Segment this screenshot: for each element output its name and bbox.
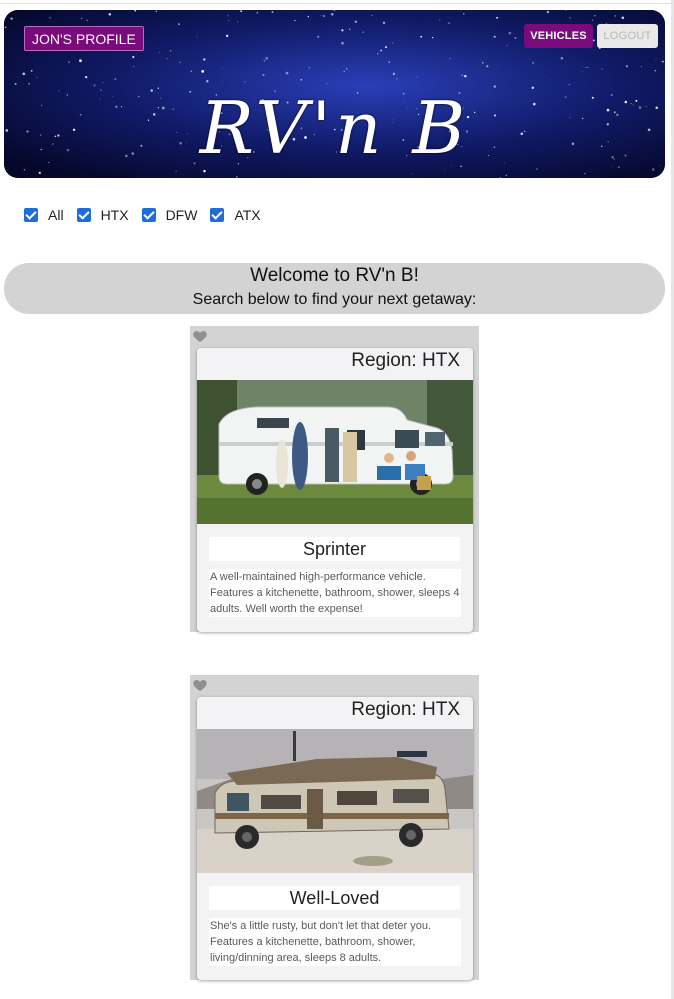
listing-card-inner[interactable]: Region: HTX bbox=[197, 348, 473, 632]
listing-region: Region: HTX bbox=[351, 699, 460, 720]
checkbox-htx[interactable] bbox=[76, 208, 91, 222]
filter-atx[interactable]: ATX bbox=[210, 207, 261, 223]
filter-htx[interactable]: HTX bbox=[76, 207, 129, 223]
listing-description: She's a little rusty, but don't let that… bbox=[209, 918, 461, 966]
site-logo: RV'n B bbox=[199, 86, 470, 170]
vehicles-button[interactable]: VEHICLES bbox=[524, 24, 593, 48]
region-filters: All HTX DFW ATX bbox=[24, 205, 274, 225]
filter-all[interactable]: All bbox=[24, 207, 64, 223]
listing-description: A well-maintained high-performance vehic… bbox=[209, 569, 461, 617]
profile-button[interactable]: JON'S PROFILE bbox=[24, 26, 144, 51]
filter-label: ATX bbox=[234, 207, 261, 223]
filter-label: All bbox=[48, 207, 64, 223]
listing-region: Region: HTX bbox=[351, 350, 460, 371]
rv-photo-well-loved[interactable] bbox=[197, 729, 473, 873]
top-border bbox=[0, 3, 674, 4]
header-banner: JON'S PROFILE VEHICLES LOGOUT RV'n B bbox=[4, 10, 665, 178]
logout-button[interactable]: LOGOUT bbox=[597, 24, 658, 48]
filter-label: DFW bbox=[165, 207, 198, 223]
heart-icon[interactable] bbox=[192, 328, 208, 344]
listing-card: Region: HTX bbox=[190, 326, 479, 632]
welcome-banner: Welcome to RV'n B! Search below to find … bbox=[4, 263, 665, 314]
rv-photo-sprinter[interactable] bbox=[197, 380, 473, 524]
listing-card: Region: HTX bbox=[190, 675, 479, 980]
checkbox-atx[interactable] bbox=[210, 208, 225, 222]
listing-title: Well-Loved bbox=[209, 886, 460, 910]
welcome-subtitle: Search below to find your next getaway: bbox=[192, 291, 477, 308]
checkbox-all[interactable] bbox=[24, 208, 38, 222]
checkbox-dfw[interactable] bbox=[141, 208, 156, 222]
listing-card-inner[interactable]: Region: HTX bbox=[197, 697, 473, 980]
filter-dfw[interactable]: DFW bbox=[141, 207, 198, 223]
heart-icon[interactable] bbox=[192, 677, 208, 693]
welcome-title: Welcome to RV'n B! bbox=[250, 265, 419, 286]
listing-title: Sprinter bbox=[209, 537, 460, 561]
filter-label: HTX bbox=[100, 207, 129, 223]
